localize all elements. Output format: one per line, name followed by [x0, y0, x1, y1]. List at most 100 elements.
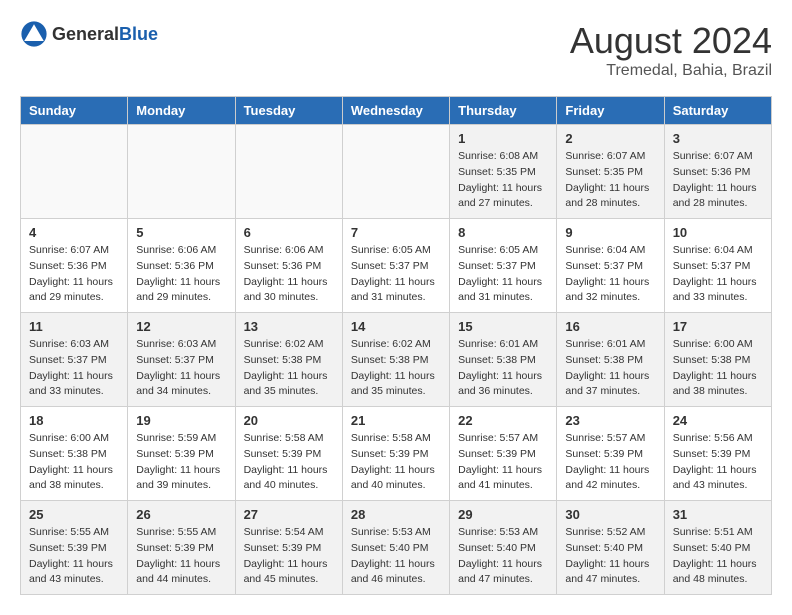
- day-number: 13: [244, 319, 334, 334]
- day-number: 8: [458, 225, 548, 240]
- day-info: Sunrise: 5:55 AMSunset: 5:39 PMDaylight:…: [29, 525, 119, 588]
- calendar-cell: 15Sunrise: 6:01 AMSunset: 5:38 PMDayligh…: [450, 313, 557, 407]
- day-info: Sunrise: 6:01 AMSunset: 5:38 PMDaylight:…: [565, 337, 655, 400]
- calendar-cell: 8 Sunrise: 6:05 AMSunset: 5:37 PMDaylight…: [450, 219, 557, 313]
- day-number: 19: [136, 413, 226, 428]
- calendar-cell: 30 Sunrise: 5:52 AMSunset: 5:40 PMDayligh…: [557, 501, 664, 595]
- col-header-sunday: Sunday: [21, 97, 128, 125]
- calendar-cell: 7 Sunrise: 6:05 AMSunset: 5:37 PMDaylight…: [342, 219, 449, 313]
- day-info: Sunrise: 6:02 AMSunset: 5:38 PMDaylight:…: [244, 337, 334, 400]
- day-info: Sunrise: 6:05 AMSunset: 5:37 PMDaylight:…: [351, 243, 441, 306]
- calendar-cell: 11Sunrise: 6:03 AMSunset: 5:37 PMDayligh…: [21, 313, 128, 407]
- day-number: 31: [673, 507, 763, 522]
- calendar-cell: 2 Sunrise: 6:07 AMSunset: 5:35 PMDaylight…: [557, 125, 664, 219]
- day-info: Sunrise: 5:57 AMSunset: 5:39 PMDaylight:…: [458, 431, 548, 494]
- day-number: 21: [351, 413, 441, 428]
- calendar-cell: 10 Sunrise: 6:04 AMSunset: 5:37 PMDayligh…: [664, 219, 771, 313]
- day-info: Sunrise: 6:02 AMSunset: 5:38 PMDaylight:…: [351, 337, 441, 400]
- day-number: 2: [565, 131, 655, 146]
- day-number: 3: [673, 131, 763, 146]
- col-header-thursday: Thursday: [450, 97, 557, 125]
- calendar-cell: [235, 125, 342, 219]
- calendar-cell: 31 Sunrise: 5:51 AMSunset: 5:40 PMDayligh…: [664, 501, 771, 595]
- day-info: Sunrise: 5:51 AMSunset: 5:40 PMDaylight:…: [673, 525, 763, 588]
- calendar-cell: 12Sunrise: 6:03 AMSunset: 5:37 PMDayligh…: [128, 313, 235, 407]
- day-info: Sunrise: 6:00 AMSunset: 5:38 PMDaylight:…: [673, 337, 763, 400]
- day-info: Sunrise: 6:05 AMSunset: 5:37 PMDaylight:…: [458, 243, 548, 306]
- day-number: 28: [351, 507, 441, 522]
- day-number: 1: [458, 131, 548, 146]
- col-header-friday: Friday: [557, 97, 664, 125]
- calendar-cell: 4Sunrise: 6:07 AMSunset: 5:36 PMDaylight…: [21, 219, 128, 313]
- day-info: Sunrise: 6:07 AMSunset: 5:36 PMDaylight:…: [673, 149, 763, 212]
- day-info: Sunrise: 5:54 AMSunset: 5:39 PMDaylight:…: [244, 525, 334, 588]
- calendar-cell: 5 Sunrise: 6:06 AMSunset: 5:36 PMDaylight…: [128, 219, 235, 313]
- logo-text-blue: Blue: [119, 24, 158, 44]
- day-number: 23: [565, 413, 655, 428]
- col-header-monday: Monday: [128, 97, 235, 125]
- logo-icon: [20, 20, 48, 48]
- day-info: Sunrise: 5:53 AMSunset: 5:40 PMDaylight:…: [458, 525, 548, 588]
- col-header-tuesday: Tuesday: [235, 97, 342, 125]
- calendar-cell: 16 Sunrise: 6:01 AMSunset: 5:38 PMDayligh…: [557, 313, 664, 407]
- calendar-cell: 1 Sunrise: 6:08 AMSunset: 5:35 PMDaylight…: [450, 125, 557, 219]
- logo-text-general: General: [52, 24, 119, 44]
- day-number: 6: [244, 225, 334, 240]
- day-number: 7: [351, 225, 441, 240]
- day-number: 5: [136, 225, 226, 240]
- day-number: 12: [136, 319, 226, 334]
- title-block: August 2024 Tremedal, Bahia, Brazil: [570, 20, 772, 80]
- calendar-cell: 28 Sunrise: 5:53 AMSunset: 5:40 PMDayligh…: [342, 501, 449, 595]
- calendar-cell: 9 Sunrise: 6:04 AMSunset: 5:37 PMDaylight…: [557, 219, 664, 313]
- day-number: 26: [136, 507, 226, 522]
- day-info: Sunrise: 6:07 AMSunset: 5:35 PMDaylight:…: [565, 149, 655, 212]
- calendar-week-4: 18 Sunrise: 6:00 AMSunset: 5:38 PMDayligh…: [21, 407, 772, 501]
- month-year-title: August 2024: [570, 20, 772, 62]
- page-header: GeneralBlue August 2024 Tremedal, Bahia,…: [20, 20, 772, 80]
- calendar-cell: 6 Sunrise: 6:06 AMSunset: 5:36 PMDaylight…: [235, 219, 342, 313]
- day-info: Sunrise: 6:01 AMSunset: 5:38 PMDaylight:…: [458, 337, 548, 400]
- day-number: 11: [29, 319, 119, 334]
- calendar-cell: 27Sunrise: 5:54 AMSunset: 5:39 PMDayligh…: [235, 501, 342, 595]
- day-info: Sunrise: 6:04 AMSunset: 5:37 PMDaylight:…: [673, 243, 763, 306]
- day-info: Sunrise: 5:59 AMSunset: 5:39 PMDaylight:…: [136, 431, 226, 494]
- day-info: Sunrise: 5:53 AMSunset: 5:40 PMDaylight:…: [351, 525, 441, 588]
- logo: GeneralBlue: [20, 20, 158, 48]
- day-number: 24: [673, 413, 763, 428]
- day-info: Sunrise: 6:07 AMSunset: 5:36 PMDaylight:…: [29, 243, 119, 306]
- day-number: 20: [244, 413, 334, 428]
- location-subtitle: Tremedal, Bahia, Brazil: [570, 62, 772, 80]
- day-number: 16: [565, 319, 655, 334]
- day-info: Sunrise: 6:06 AMSunset: 5:36 PMDaylight:…: [136, 243, 226, 306]
- calendar-week-2: 4Sunrise: 6:07 AMSunset: 5:36 PMDaylight…: [21, 219, 772, 313]
- calendar-cell: 21Sunrise: 5:58 AMSunset: 5:39 PMDayligh…: [342, 407, 449, 501]
- calendar-cell: 13 Sunrise: 6:02 AMSunset: 5:38 PMDayligh…: [235, 313, 342, 407]
- calendar-cell: 18 Sunrise: 6:00 AMSunset: 5:38 PMDayligh…: [21, 407, 128, 501]
- calendar-week-1: 1 Sunrise: 6:08 AMSunset: 5:35 PMDaylight…: [21, 125, 772, 219]
- day-number: 25: [29, 507, 119, 522]
- calendar-cell: 14 Sunrise: 6:02 AMSunset: 5:38 PMDayligh…: [342, 313, 449, 407]
- calendar-cell: 3 Sunrise: 6:07 AMSunset: 5:36 PMDaylight…: [664, 125, 771, 219]
- calendar-cell: 24Sunrise: 5:56 AMSunset: 5:39 PMDayligh…: [664, 407, 771, 501]
- calendar-cell: 23 Sunrise: 5:57 AMSunset: 5:39 PMDayligh…: [557, 407, 664, 501]
- day-number: 18: [29, 413, 119, 428]
- calendar-cell: [342, 125, 449, 219]
- day-info: Sunrise: 6:00 AMSunset: 5:38 PMDaylight:…: [29, 431, 119, 494]
- day-number: 9: [565, 225, 655, 240]
- calendar-week-5: 25 Sunrise: 5:55 AMSunset: 5:39 PMDayligh…: [21, 501, 772, 595]
- day-number: 14: [351, 319, 441, 334]
- day-number: 30: [565, 507, 655, 522]
- day-info: Sunrise: 5:52 AMSunset: 5:40 PMDaylight:…: [565, 525, 655, 588]
- col-header-wednesday: Wednesday: [342, 97, 449, 125]
- day-number: 22: [458, 413, 548, 428]
- day-info: Sunrise: 5:57 AMSunset: 5:39 PMDaylight:…: [565, 431, 655, 494]
- col-header-saturday: Saturday: [664, 97, 771, 125]
- day-info: Sunrise: 6:04 AMSunset: 5:37 PMDaylight:…: [565, 243, 655, 306]
- day-info: Sunrise: 6:08 AMSunset: 5:35 PMDaylight:…: [458, 149, 548, 212]
- day-number: 10: [673, 225, 763, 240]
- calendar-week-3: 11Sunrise: 6:03 AMSunset: 5:37 PMDayligh…: [21, 313, 772, 407]
- calendar-cell: 26 Sunrise: 5:55 AMSunset: 5:39 PMDayligh…: [128, 501, 235, 595]
- calendar-cell: 25 Sunrise: 5:55 AMSunset: 5:39 PMDayligh…: [21, 501, 128, 595]
- day-info: Sunrise: 5:55 AMSunset: 5:39 PMDaylight:…: [136, 525, 226, 588]
- day-info: Sunrise: 6:06 AMSunset: 5:36 PMDaylight:…: [244, 243, 334, 306]
